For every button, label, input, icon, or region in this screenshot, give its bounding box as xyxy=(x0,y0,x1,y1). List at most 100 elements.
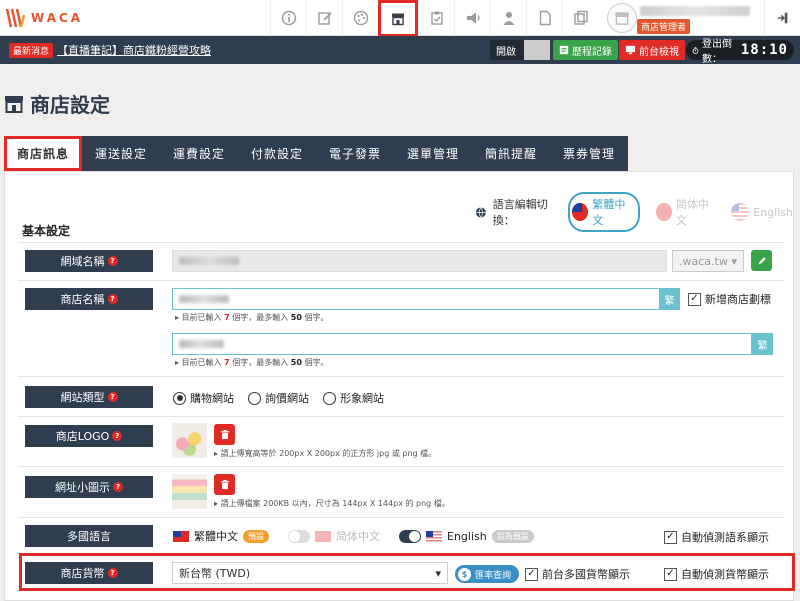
pencil-icon xyxy=(758,256,766,264)
lang-option-en[interactable]: English xyxy=(731,203,793,221)
language-switch-label: 語言編輯切換： xyxy=(492,198,548,227)
tab-shipping[interactable]: 運送設定 xyxy=(82,136,160,171)
tab-shipping-fee[interactable]: 運費設定 xyxy=(160,136,238,171)
help-icon[interactable]: ? xyxy=(107,256,118,266)
edit-domain-button[interactable] xyxy=(751,250,772,271)
row-divider xyxy=(18,466,784,467)
open-label: 開啟 xyxy=(496,46,516,58)
store-open-switch[interactable]: 開啟 xyxy=(490,40,550,60)
delete-logo-button[interactable] xyxy=(214,424,235,445)
help-icon[interactable]: ? xyxy=(112,431,123,441)
checkbox-checked[interactable]: ✓ xyxy=(664,567,677,581)
brand-logo[interactable]: WACA xyxy=(5,6,83,30)
front-view-button[interactable]: 前台檢視 xyxy=(619,40,685,60)
favicon-thumbnail[interactable] xyxy=(172,474,207,509)
lang-toggle-en[interactable] xyxy=(399,529,421,543)
checkbox-label: 自動偵測貨幣顯示 xyxy=(681,568,769,581)
default-badge: 預設 xyxy=(243,529,269,543)
domain-input[interactable] xyxy=(172,250,667,272)
lang-name: English xyxy=(447,529,487,543)
domain-suffix-select[interactable]: .waca.tw ▾ xyxy=(672,250,744,272)
info-icon[interactable] xyxy=(270,0,306,36)
user-icon[interactable] xyxy=(490,0,526,36)
history-button[interactable]: 歷程記錄 xyxy=(553,40,618,60)
lang-toggle-zh-cn[interactable] xyxy=(288,529,310,543)
radio-button[interactable] xyxy=(173,391,186,405)
caret-down-icon: ▾ xyxy=(435,566,441,580)
tab-menu[interactable]: 選單管理 xyxy=(394,136,472,171)
help-icon[interactable]: ? xyxy=(107,568,118,578)
us-flag-icon xyxy=(426,530,442,542)
store-name-hint-1: ▸ 目前已輸入 7 個字，最多輸入 50 個字。 xyxy=(175,313,329,322)
copy-icon[interactable] xyxy=(562,0,598,36)
history-icon xyxy=(559,45,569,55)
logout-icon[interactable] xyxy=(764,0,800,36)
checkbox-checked[interactable]: ✓ xyxy=(525,567,538,581)
tab-tickets[interactable]: 票券管理 xyxy=(550,136,628,171)
help-icon[interactable]: ? xyxy=(113,482,123,492)
tab-store-info[interactable]: 商店訊息 xyxy=(4,136,82,171)
megaphone-icon[interactable] xyxy=(454,0,490,36)
site-type-radios: 購物網站 詢價網站 形象網站 xyxy=(173,390,384,406)
domain-value-redacted xyxy=(179,257,239,265)
monitor-icon xyxy=(625,45,636,55)
site-type-label-text: 網站類型 xyxy=(60,391,105,404)
lang-option-zh-cn[interactable]: 简体中文 xyxy=(655,196,716,228)
store-name-input-2[interactable] xyxy=(172,333,752,355)
trash-icon xyxy=(220,429,229,440)
china-flag-icon xyxy=(655,203,672,221)
currency-select[interactable]: 新台幣 (TWD) ▾ xyxy=(172,562,448,584)
store-avatar[interactable] xyxy=(607,3,637,33)
clipboard-icon[interactable] xyxy=(418,0,454,36)
store-name-input[interactable] xyxy=(172,288,660,310)
new-store-mark-checkbox[interactable]: ✓ 新增商店劃標 xyxy=(688,291,771,307)
lang-option-label: 简体中文 xyxy=(675,198,709,227)
exchange-rate-button[interactable]: $ 匯率查詢 xyxy=(455,565,520,583)
edit-icon[interactable] xyxy=(306,0,342,36)
currency-label: 商店貨幣? xyxy=(25,562,153,584)
store-avatar-icon xyxy=(615,12,629,25)
logo-thumbnail[interactable] xyxy=(172,423,207,458)
radio-label: 形象網站 xyxy=(340,392,384,405)
palette-icon[interactable] xyxy=(342,0,378,36)
lang-name: 简体中文 xyxy=(336,530,380,543)
auto-detect-language-checkbox[interactable]: ✓ 自動偵測語系顯示 xyxy=(664,529,769,545)
checkbox-checked[interactable]: ✓ xyxy=(664,530,677,544)
radio-label: 詢價網站 xyxy=(265,392,309,405)
exchange-rate-label: 匯率查詢 xyxy=(475,570,512,581)
china-flag-icon xyxy=(315,530,331,542)
help-icon[interactable]: ? xyxy=(107,294,118,304)
tab-e-invoice[interactable]: 電子發票 xyxy=(316,136,394,171)
taiwan-flag-icon xyxy=(173,530,189,542)
radio-shopping[interactable]: 購物網站 xyxy=(173,390,234,406)
role-badge: 商店管理者 xyxy=(637,19,691,34)
help-icon[interactable]: ? xyxy=(107,392,118,402)
checkbox-checked[interactable]: ✓ xyxy=(688,292,701,306)
row-divider xyxy=(18,242,784,243)
settings-tabs: 商店訊息 運送設定 運費設定 付款設定 電子發票 選單管理 簡訊提醒 票券管理 xyxy=(4,136,628,171)
brand-name: WACA xyxy=(31,11,84,25)
delete-favicon-button[interactable] xyxy=(214,474,235,495)
lang-name: 繁體中文 xyxy=(194,530,238,543)
radio-button[interactable] xyxy=(248,391,261,405)
tab-sms[interactable]: 簡訊提醒 xyxy=(472,136,550,171)
radio-inquiry[interactable]: 詢價網站 xyxy=(248,390,309,406)
auto-detect-currency-checkbox[interactable]: ✓ 自動偵測貨幣顯示 xyxy=(664,566,769,582)
front-multi-currency-checkbox[interactable]: ✓ 前台多國貨幣顯示 xyxy=(525,566,630,582)
lang-option-zh-tw[interactable]: 繁體中文 xyxy=(568,192,640,232)
document-icon[interactable] xyxy=(526,0,562,36)
store-icon[interactable] xyxy=(378,0,418,37)
set-default-button[interactable]: 設為預設 xyxy=(491,529,534,543)
logo-label-text: 商店LOGO xyxy=(55,430,110,443)
history-label: 歷程記錄 xyxy=(572,46,612,58)
currency-select-value: 新台幣 (TWD) xyxy=(179,567,251,580)
radio-image[interactable]: 形象網站 xyxy=(323,390,384,406)
news-link[interactable]: 【直播筆記】商店鐵粉經營攻略 xyxy=(57,42,211,58)
radio-button[interactable] xyxy=(323,391,336,405)
checkbox-label: 新增商店劃標 xyxy=(705,293,771,306)
open-toggle[interactable] xyxy=(524,40,550,60)
tab-payment[interactable]: 付款設定 xyxy=(238,136,316,171)
multi-language-label: 多國語言 xyxy=(25,525,153,547)
news-bar: 最新消息 【直播筆記】商店鐵粉經營攻略 開啟 歷程記錄 前台檢視 登出倒數： 1… xyxy=(0,36,800,65)
logo-label: 商店LOGO? xyxy=(25,425,153,447)
